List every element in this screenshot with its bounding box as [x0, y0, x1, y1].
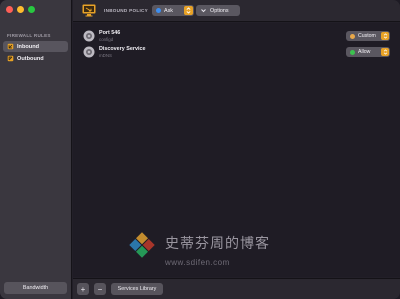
inbound-shield-icon [7, 43, 14, 50]
sidebar-item-outbound[interactable]: Outbound [3, 53, 68, 64]
watermark-text: 史蒂芬周的博客 [165, 236, 270, 252]
sidebar-item-inbound[interactable]: Inbound [3, 41, 68, 52]
zoom-button[interactable] [28, 6, 35, 13]
rule-status-dot [350, 49, 355, 55]
add-rule-button[interactable]: + [77, 283, 89, 295]
table-row[interactable]: Discovery Service mDNS Allow [73, 44, 400, 60]
rule-process: mDNS [99, 53, 112, 58]
rule-name: Port 546 [99, 30, 121, 36]
rule-action: Allow [358, 49, 371, 55]
sidebar-item-label: Inbound [17, 43, 40, 50]
popup-stepper-icon [184, 6, 193, 15]
watermark-url: www.sdifen.com [165, 258, 230, 267]
inbound-policy-popup[interactable]: Ask [152, 5, 194, 16]
minus-icon: − [97, 284, 103, 294]
close-button[interactable] [6, 6, 13, 13]
rules-list: Port 546 configd Custom Discovery Servic… [73, 23, 400, 277]
watermark: 史蒂芬周的博客 www.sdifen.com [127, 230, 297, 270]
window-controls [6, 6, 35, 13]
sidebar-item-label: Outbound [17, 55, 44, 62]
plus-icon: + [80, 284, 86, 294]
sidebar: FIREWALL RULES Inbound Outbound Bandwidt… [0, 0, 72, 299]
process-icon [83, 46, 95, 58]
rule-action: Custom [358, 33, 376, 39]
chevron-down-icon [201, 9, 206, 13]
table-row[interactable]: Port 546 configd Custom [73, 28, 400, 44]
options-button[interactable]: Options [196, 5, 240, 16]
rule-action-popup[interactable]: Custom [346, 31, 390, 41]
rule-process: configd [99, 37, 114, 42]
policy-status-dot [156, 8, 161, 13]
minimize-button[interactable] [17, 6, 24, 13]
bandwidth-button-label: Bandwidth [22, 285, 49, 291]
bottom-bar: + − Services Library [73, 278, 400, 299]
sidebar-section-title: FIREWALL RULES [7, 33, 51, 38]
process-icon [83, 30, 95, 42]
toolbar: INBOUND POLICY Ask Options [73, 0, 400, 22]
rule-status-dot [350, 33, 355, 39]
remove-rule-button[interactable]: − [94, 283, 106, 295]
popup-stepper-icon [381, 32, 389, 40]
rule-action-popup[interactable]: Allow [346, 47, 390, 57]
popup-stepper-icon [381, 48, 389, 56]
rule-name: Discovery Service [99, 46, 146, 52]
policy-value: Ask [164, 7, 173, 14]
monitor-arrow-icon [82, 4, 96, 17]
toolbar-title: INBOUND POLICY [104, 8, 149, 13]
watermark-logo-icon [129, 232, 155, 258]
services-library-button[interactable]: Services Library [111, 283, 163, 295]
app-window: FIREWALL RULES Inbound Outbound Bandwidt… [0, 0, 400, 299]
outbound-shield-icon [7, 55, 14, 62]
bandwidth-button[interactable]: Bandwidth [4, 282, 67, 294]
options-label: Options [210, 7, 229, 14]
services-library-label: Services Library [117, 286, 157, 292]
